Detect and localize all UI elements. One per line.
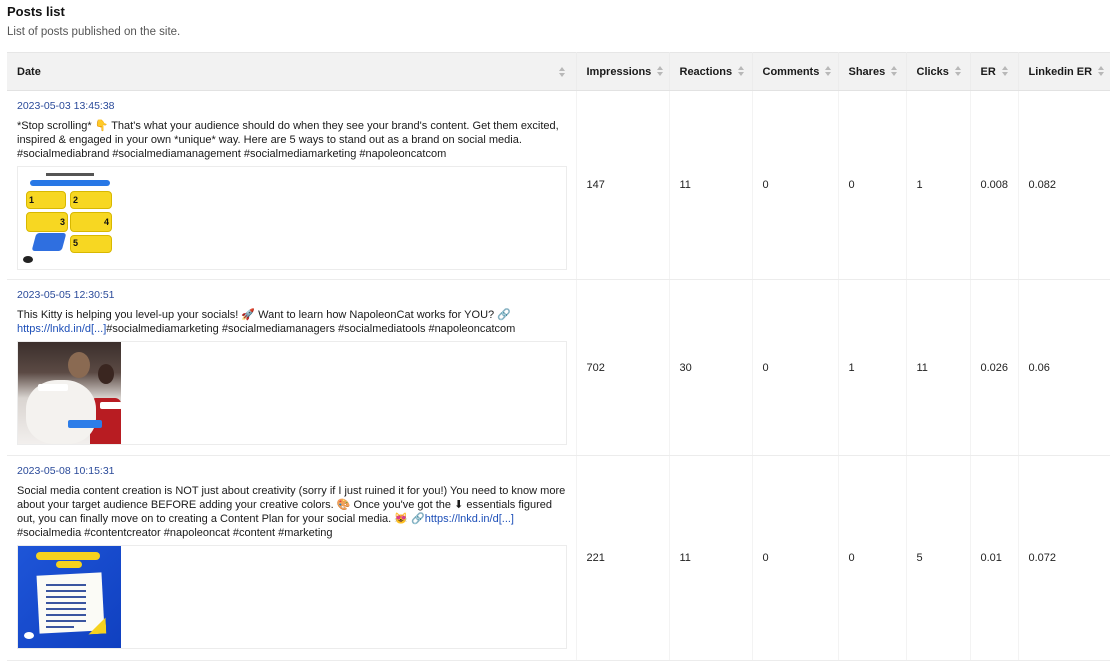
comments-cell: 0	[752, 279, 839, 456]
reactions-cell: 11	[669, 455, 753, 661]
post-text: Social media content creation is NOT jus…	[17, 484, 566, 540]
column-label: Shares	[848, 65, 886, 78]
table-header-row: Date Impressions Reactions Comments Shar…	[7, 52, 1110, 91]
post-date: 2023-05-03 13:45:38	[17, 100, 115, 112]
impressions-cell: 702	[576, 279, 670, 456]
post-link[interactable]: https://lnkd.in/d[...]	[17, 323, 106, 335]
column-label: Date	[17, 65, 41, 78]
clicks-cell: 5	[906, 455, 971, 661]
sort-icon[interactable]	[1001, 65, 1009, 76]
sort-icon[interactable]	[558, 67, 566, 77]
column-header-shares[interactable]: Shares	[838, 52, 907, 91]
clicks-cell: 11	[906, 279, 971, 456]
column-header-comments[interactable]: Comments	[752, 52, 839, 91]
column-label: ER	[980, 65, 996, 78]
comments-cell: 0	[752, 90, 839, 280]
sort-icon[interactable]	[657, 65, 664, 76]
sort-icon[interactable]	[891, 65, 898, 76]
post-media: 1 2 3 4 5	[17, 166, 567, 270]
post-media	[17, 545, 567, 649]
post-body: *Stop scrolling* 👇 That's what your audi…	[17, 120, 559, 160]
linkedin-er-cell: 0.082	[1018, 90, 1110, 280]
sort-icon[interactable]	[1098, 65, 1105, 76]
sort-icon[interactable]	[738, 65, 745, 76]
column-label: Comments	[762, 65, 820, 78]
post-cell: 2023-05-03 13:45:38 *Stop scrolling* 👇 T…	[7, 90, 577, 280]
table-row: 2023-05-05 12:30:51 This Kitty is helpin…	[7, 279, 1110, 456]
post-hashtags: #socialmedia #contentcreator #napoleonca…	[17, 527, 333, 539]
column-label: Impressions	[586, 65, 652, 78]
brand-logo-icon	[24, 632, 34, 639]
impressions-cell: 147	[576, 90, 670, 280]
post-hashtags: #socialmediamarketing #socialmediamanage…	[106, 323, 516, 335]
er-cell: 0.01	[970, 455, 1019, 661]
table-row: 2023-05-08 10:15:31 Social media content…	[7, 455, 1110, 661]
er-cell: 0.008	[970, 90, 1019, 280]
page-title: Posts list	[7, 4, 65, 19]
linkedin-er-cell: 0.072	[1018, 455, 1110, 661]
impressions-cell: 221	[576, 455, 670, 661]
page-header: Posts list List of posts published on th…	[0, 0, 1120, 39]
clicks-cell: 1	[906, 90, 971, 280]
post-link[interactable]: https://lnkd.in/d[...]	[425, 513, 514, 525]
posts-table: Date Impressions Reactions Comments Shar…	[7, 52, 1110, 661]
column-header-impressions[interactable]: Impressions	[576, 52, 670, 91]
column-header-clicks[interactable]: Clicks	[906, 52, 971, 91]
post-image[interactable]: 1 2 3 4 5	[18, 167, 121, 269]
er-cell: 0.026	[970, 279, 1019, 456]
post-date: 2023-05-08 10:15:31	[17, 465, 115, 477]
table-row: 2023-05-03 13:45:38 *Stop scrolling* 👇 T…	[7, 90, 1110, 280]
post-text: *Stop scrolling* 👇 That's what your audi…	[17, 119, 566, 161]
column-label: Linkedin ER	[1028, 65, 1093, 78]
shares-cell: 0	[838, 455, 907, 661]
shares-cell: 0	[838, 90, 907, 280]
post-image[interactable]	[18, 342, 121, 444]
post-cell: 2023-05-08 10:15:31 Social media content…	[7, 455, 577, 661]
shares-cell: 1	[838, 279, 907, 456]
column-label: Reactions	[679, 65, 733, 78]
post-date: 2023-05-05 12:30:51	[17, 289, 115, 301]
comments-cell: 0	[752, 455, 839, 661]
linkedin-er-cell: 0.06	[1018, 279, 1110, 456]
column-header-linkedin-er[interactable]: Linkedin ER	[1018, 52, 1110, 91]
sort-icon[interactable]	[954, 65, 962, 76]
page-subtitle: List of posts published on the site.	[7, 26, 181, 38]
post-text: This Kitty is helping you level-up your …	[17, 308, 566, 336]
post-cell: 2023-05-05 12:30:51 This Kitty is helpin…	[7, 279, 577, 456]
sort-icon[interactable]	[825, 65, 832, 76]
column-header-er[interactable]: ER	[970, 52, 1019, 91]
column-header-date[interactable]: Date	[7, 52, 577, 91]
column-header-reactions[interactable]: Reactions	[669, 52, 753, 91]
post-body: This Kitty is helping you level-up your …	[17, 309, 511, 321]
reactions-cell: 30	[669, 279, 753, 456]
reactions-cell: 11	[669, 90, 753, 280]
column-label: Clicks	[916, 65, 949, 78]
brand-logo-icon	[23, 256, 33, 263]
post-media	[17, 341, 567, 445]
post-image[interactable]	[18, 546, 121, 648]
